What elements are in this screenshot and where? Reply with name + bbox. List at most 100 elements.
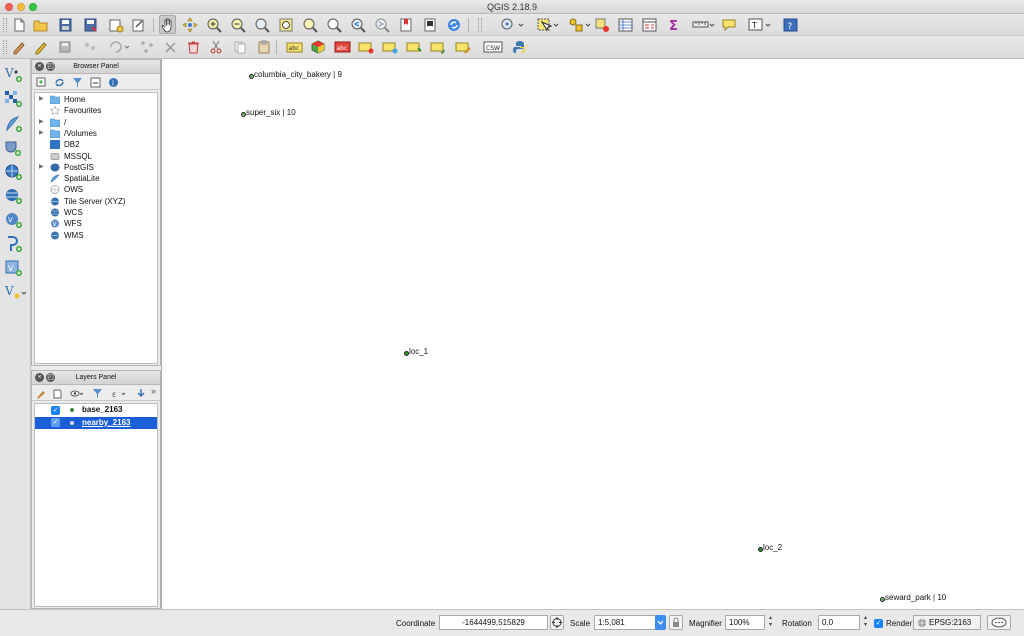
expand-arrow-icon[interactable]: ▶ [39, 162, 44, 173]
browser-item[interactable]: OWS [35, 184, 157, 195]
deselect-all-icon[interactable] [594, 17, 611, 33]
expand-all-icon[interactable] [136, 388, 147, 401]
change-label-icon[interactable] [455, 39, 472, 55]
toolbar-grip[interactable] [3, 40, 7, 54]
zoom-to-selection-icon[interactable] [278, 17, 295, 33]
label-highlight-icon[interactable]: abc [334, 39, 351, 55]
float-panel-icon[interactable]: ◰ [46, 373, 55, 382]
save-project-icon[interactable] [57, 17, 74, 33]
rotation-spinner-icon[interactable]: ▴ ▾ [861, 615, 870, 630]
scale-combobox[interactable]: 1:5,081 [594, 615, 656, 630]
rotation-field[interactable]: 0.0 [818, 615, 860, 630]
manage-visibility-icon[interactable] [70, 388, 84, 401]
coordinate-field[interactable]: -1644499,515829 [439, 615, 548, 630]
csw-icon[interactable]: CSW [483, 39, 503, 55]
browser-item[interactable]: WMS [35, 230, 157, 241]
layer-item[interactable]: ✓ base_2163 [35, 404, 157, 416]
field-calculator-icon[interactable] [641, 17, 658, 33]
paste-icon[interactable] [256, 39, 273, 55]
python-console-icon[interactable] [512, 39, 529, 55]
zoom-out-icon[interactable] [230, 17, 247, 33]
delete-selected-icon[interactable] [185, 39, 202, 55]
add-raster-layer-icon[interactable] [4, 90, 24, 108]
add-wms-layer-icon[interactable] [4, 187, 24, 205]
close-window-button[interactable] [5, 3, 13, 11]
map-feature[interactable]: loc_2 [758, 543, 782, 553]
save-edits-icon[interactable] [57, 39, 74, 55]
layer-visibility-checkbox[interactable]: ✓ [51, 418, 60, 427]
new-print-composer-icon[interactable] [107, 17, 124, 33]
collapse-all-icon[interactable] [90, 77, 101, 90]
browser-item[interactable]: ▶ Home [35, 94, 157, 105]
composer-manager-icon[interactable] [130, 17, 147, 33]
browser-item[interactable]: ▶ /Volumes [35, 128, 157, 139]
expand-arrow-icon[interactable]: ▶ [39, 128, 44, 139]
identify-icon[interactable] [500, 17, 524, 33]
map-tips-icon[interactable] [721, 17, 738, 33]
filter-legend-icon[interactable] [92, 388, 103, 401]
new-project-icon[interactable] [11, 17, 28, 33]
add-selected-layers-icon[interactable] [36, 77, 47, 90]
minimize-window-button[interactable] [17, 3, 25, 11]
toolbar-grip[interactable] [478, 18, 482, 32]
measure-line-icon[interactable] [692, 17, 716, 33]
magnifier-field[interactable]: 100% [725, 615, 765, 630]
lock-scale-icon[interactable] [669, 615, 683, 630]
current-edits-icon[interactable] [11, 39, 28, 55]
help-icon[interactable]: ? [782, 17, 799, 33]
expand-arrow-icon[interactable]: ▶ [39, 94, 44, 105]
open-project-icon[interactable] [32, 17, 49, 33]
rotate-label-icon[interactable] [430, 39, 447, 55]
cut-features-icon[interactable] [162, 39, 179, 55]
layer-item[interactable]: ✓ nearby_2163 [35, 416, 157, 429]
toggle-editing-icon[interactable] [33, 39, 50, 55]
add-vector-layer-icon[interactable]: V [4, 65, 24, 83]
add-wfs-layer-icon[interactable] [4, 235, 24, 253]
open-layer-styling-icon[interactable] [36, 388, 47, 401]
add-postgis-layer-icon[interactable] [4, 163, 24, 181]
map-feature[interactable]: loc_1 [404, 347, 428, 357]
add-spatialite-layer-icon[interactable] [4, 139, 24, 157]
map-feature[interactable]: super_six | 10 [241, 108, 296, 118]
zoom-to-layer-icon[interactable] [302, 17, 319, 33]
messages-icon[interactable] [987, 615, 1011, 630]
crs-button[interactable]: EPSG:2163 [913, 615, 981, 630]
move-label-icon[interactable] [406, 39, 423, 55]
pan-icon[interactable] [159, 15, 176, 34]
refresh-browser-icon[interactable] [54, 77, 65, 90]
save-as-icon[interactable] [82, 17, 99, 33]
cut-icon[interactable] [208, 39, 225, 55]
toolbar-grip[interactable] [3, 18, 7, 32]
pin-labels-icon[interactable] [358, 39, 375, 55]
properties-icon[interactable]: i [108, 77, 119, 90]
new-bookmark-icon[interactable] [398, 17, 415, 33]
filter-by-expression-icon[interactable]: ε [112, 388, 128, 401]
text-annotation-icon[interactable]: T [748, 17, 772, 33]
browser-item[interactable]: SpatiaLite [35, 173, 157, 184]
browser-item[interactable]: ▶ PostGIS [35, 162, 157, 173]
node-tool-icon[interactable] [139, 39, 156, 55]
browser-item[interactable]: Favourites [35, 105, 157, 116]
close-panel-icon[interactable]: × [35, 62, 44, 71]
map-canvas[interactable]: columbia_city_bakery | 9 super_six | 10 lo… [161, 59, 1024, 609]
label-tool-icon[interactable]: abc [286, 39, 303, 55]
add-wcs-layer-icon[interactable]: V [4, 211, 24, 229]
expand-arrow-icon[interactable]: ▶ [39, 117, 44, 128]
browser-item[interactable]: DB2 [35, 139, 157, 150]
map-feature[interactable]: columbia_city_bakery | 9 [249, 70, 342, 80]
zoom-in-icon[interactable] [206, 17, 223, 33]
add-feature-icon[interactable] [82, 39, 99, 55]
select-features-icon[interactable] [536, 17, 560, 33]
statistical-summary-icon[interactable]: Σ [666, 17, 683, 34]
zoom-full-icon[interactable] [254, 17, 271, 33]
layer-style-icon[interactable] [310, 39, 327, 55]
move-feature-icon[interactable] [108, 39, 132, 55]
close-panel-icon[interactable]: × [35, 373, 44, 382]
zoom-last-icon[interactable] [350, 17, 367, 33]
scale-dropdown-chevron-icon[interactable] [655, 615, 666, 630]
zoom-native-icon[interactable] [326, 17, 343, 33]
magnifier-spinner-icon[interactable]: ▴ ▾ [766, 615, 775, 630]
render-checkbox[interactable]: ✓ [874, 619, 883, 628]
add-virtual-layer-icon[interactable]: V [4, 259, 24, 277]
browser-item[interactable]: WCS [35, 207, 157, 218]
